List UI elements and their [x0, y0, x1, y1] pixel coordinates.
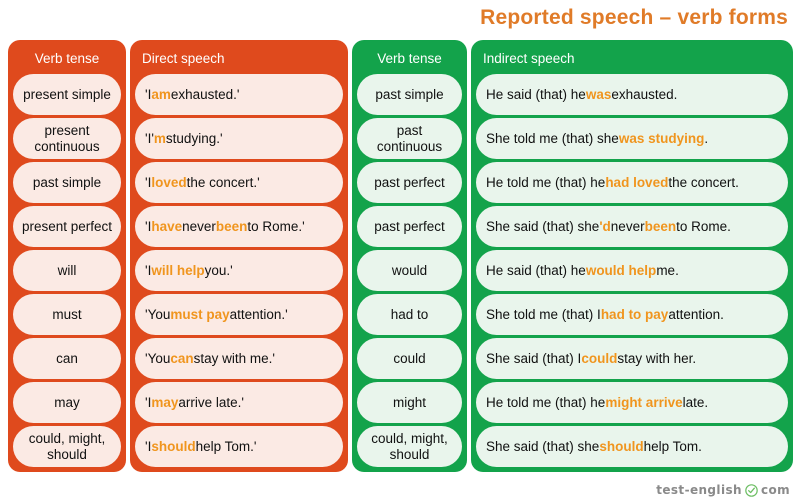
check-circle-icon — [745, 483, 758, 497]
indirect-verb-tense-header: Verb tense — [377, 51, 442, 66]
direct-verb-tense-rows: present simple present continuous past sim… — [13, 74, 121, 467]
direct-speech-column: Direct speech 'I am exhausted.' 'I' m stud… — [130, 40, 348, 472]
indirect-verb-tense-column: Verb tense past simple past continuous pas… — [352, 40, 467, 472]
indirect-verb-tense-cell: past simple — [357, 74, 462, 115]
indirect-verb-tense-cell: would — [357, 250, 462, 291]
indirect-verb-tense-cell: past perfect — [357, 206, 462, 247]
indirect-speech-panel: Verb tense past simple past continuous pas… — [352, 40, 793, 472]
indirect-speech-cell: He told me (that) he might arrive late. — [476, 382, 788, 423]
indirect-verb-tense-cell: might — [357, 382, 462, 423]
indirect-speech-cell: She said (that) I could stay with her. — [476, 338, 788, 379]
direct-verb-tense-cell: present continuous — [13, 118, 121, 159]
indirect-speech-cell: She told me (that) I had to pay attentio… — [476, 294, 788, 335]
logo-text-left: test-english — [656, 483, 742, 497]
indirect-verb-tense-cell: past perfect — [357, 162, 462, 203]
direct-verb-tense-cell: present simple — [13, 74, 121, 115]
indirect-speech-cell: He said (that) he would help me. — [476, 250, 788, 291]
direct-verb-tense-cell: may — [13, 382, 121, 423]
indirect-speech-rows: He said (that) he was exhausted. She told… — [476, 74, 788, 467]
direct-speech-header: Direct speech — [142, 51, 225, 66]
indirect-speech-cell: He said (that) he was exhausted. — [476, 74, 788, 115]
direct-verb-tense-cell: can — [13, 338, 121, 379]
page-title: Reported speech – verb forms — [480, 6, 788, 29]
indirect-speech-cell: He told me (that) he had loved the conce… — [476, 162, 788, 203]
indirect-verb-tense-rows: past simple past continuous past perfect pa… — [357, 74, 462, 467]
direct-speech-rows: 'I am exhausted.' 'I' m studying.' 'I loved… — [135, 74, 343, 467]
direct-verb-tense-cell: present perfect — [13, 206, 121, 247]
direct-verb-tense-cell: past simple — [13, 162, 121, 203]
direct-speech-cell: 'I should help Tom.' — [135, 426, 343, 467]
direct-verb-tense-cell: could, might, should — [13, 426, 121, 467]
indirect-speech-column: Indirect speech He said (that) he was ex… — [471, 40, 793, 472]
direct-speech-panel: Verb tense present simple present continu… — [8, 40, 348, 472]
indirect-speech-cell: She said (that) she should help Tom. — [476, 426, 788, 467]
site-logo: test-english com — [656, 483, 790, 497]
direct-verb-tense-cell: must — [13, 294, 121, 335]
direct-speech-cell: 'I am exhausted.' — [135, 74, 343, 115]
indirect-speech-cell: She told me (that) she was studying. — [476, 118, 788, 159]
direct-verb-tense-header: Verb tense — [34, 51, 100, 66]
indirect-verb-tense-cell: could, might, should — [357, 426, 462, 467]
indirect-verb-tense-cell: had to — [357, 294, 462, 335]
direct-speech-cell: 'You can stay with me.' — [135, 338, 343, 379]
logo-text-right: com — [760, 483, 790, 497]
indirect-verb-tense-cell: past continuous — [357, 118, 462, 159]
direct-verb-tense-column: Verb tense present simple present continu… — [8, 40, 126, 472]
indirect-verb-tense-cell: could — [357, 338, 462, 379]
direct-speech-cell: 'I' m studying.' — [135, 118, 343, 159]
direct-speech-cell: 'I have never been to Rome.' — [135, 206, 343, 247]
direct-verb-tense-cell: will — [13, 250, 121, 291]
direct-speech-cell: 'I may arrive late.' — [135, 382, 343, 423]
indirect-speech-header: Indirect speech — [483, 51, 575, 66]
direct-speech-cell: 'I will help you.' — [135, 250, 343, 291]
indirect-speech-cell: She said (that) she'd never been to Rome… — [476, 206, 788, 247]
direct-speech-cell: 'You must pay attention.' — [135, 294, 343, 335]
direct-speech-cell: 'I loved the concert.' — [135, 162, 343, 203]
